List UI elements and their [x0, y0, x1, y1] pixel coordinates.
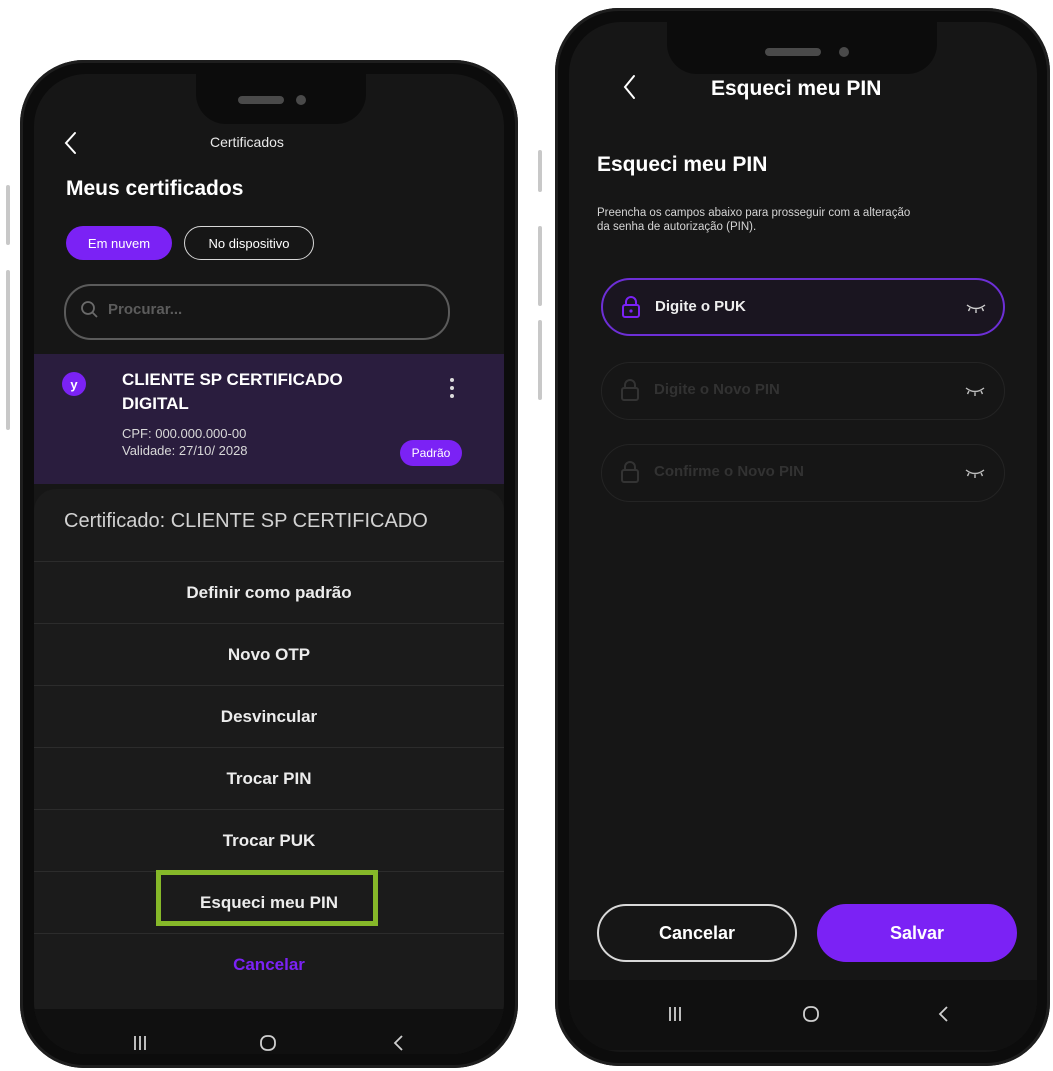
more-icon[interactable]: [448, 376, 456, 400]
sheet-title: Certificado: CLIENTE SP CERTIFICADO: [64, 510, 428, 532]
back-icon[interactable]: [621, 73, 639, 101]
left-phone: Certificados Meus certificados Em nuvem …: [20, 60, 518, 1068]
eye-closed-icon[interactable]: [964, 467, 986, 479]
save-label: Salvar: [889, 922, 945, 943]
notch: [667, 22, 937, 74]
menu-item-desvincular[interactable]: Desvincular: [34, 685, 504, 748]
eye-closed-icon[interactable]: [965, 302, 987, 314]
eye-closed-icon[interactable]: [964, 385, 986, 397]
lock-icon: [621, 461, 639, 483]
right-side-button: [538, 320, 542, 400]
menu-item-trocar-pin[interactable]: Trocar PIN: [34, 747, 504, 810]
chip-em-nuvem[interactable]: Em nuvem: [66, 226, 172, 260]
field-label: Digite o PUK: [655, 298, 746, 315]
menu-item-cancelar[interactable]: Cancelar: [34, 933, 504, 996]
speaker: [238, 96, 284, 104]
description-line2: da senha de autorização (PIN).: [597, 221, 757, 233]
page-title: Esqueci meu PIN: [597, 153, 768, 176]
chip-label: Em nuvem: [87, 235, 151, 251]
android-nav-bar: [34, 1009, 504, 1054]
confirm-pin-input[interactable]: Confirme o Novo PIN: [601, 444, 1005, 502]
save-button[interactable]: Salvar: [817, 904, 1017, 962]
home-icon[interactable]: [801, 1005, 821, 1023]
certificate-validity: Validade: 27/10/ 2028: [122, 443, 248, 458]
nav-back-icon[interactable]: [392, 1034, 406, 1052]
notch: [196, 74, 366, 124]
chip-no-dispositivo[interactable]: No dispositivo: [184, 226, 314, 260]
android-nav-bar: [569, 980, 1037, 1050]
lock-icon: [621, 379, 639, 401]
right-phone: Esqueci meu PIN Esqueci meu PIN Preencha…: [555, 8, 1050, 1066]
header-title: Esqueci meu PIN: [711, 77, 882, 100]
search-placeholder: Procurar...: [108, 301, 183, 318]
badge-label: Padrão: [411, 446, 451, 460]
lock-icon: [622, 296, 640, 318]
actions-sheet: Certificado: CLIENTE SP CERTIFICADO Defi…: [34, 489, 504, 1054]
home-icon[interactable]: [258, 1034, 278, 1052]
description-line1: Preencha os campos abaixo para prossegui…: [597, 207, 911, 219]
new-pin-input[interactable]: Digite o Novo PIN: [601, 362, 1005, 420]
certificate-name: CLIENTE SP CERTIFICADO: [122, 370, 343, 389]
right-phone-screen: Esqueci meu PIN Esqueci meu PIN Preencha…: [569, 22, 1037, 1052]
cancel-button[interactable]: Cancelar: [597, 904, 797, 962]
left-phone-screen: Certificados Meus certificados Em nuvem …: [34, 74, 504, 1054]
cancel-label: Cancelar: [658, 922, 736, 943]
right-side-button: [538, 226, 542, 306]
nav-back-icon[interactable]: [937, 1005, 951, 1023]
back-icon[interactable]: [62, 130, 80, 156]
certificate-cpf: CPF: 000.000.000-00: [122, 426, 247, 441]
menu-item-trocar-puk[interactable]: Trocar PUK: [34, 809, 504, 872]
left-side-button: [6, 185, 10, 245]
menu-item-novo-otp[interactable]: Novo OTP: [34, 623, 504, 686]
left-side-button: [6, 270, 10, 430]
certificate-avatar: y: [62, 372, 86, 396]
avatar-text: y: [70, 376, 78, 392]
camera: [839, 47, 849, 57]
highlight-box: [156, 870, 378, 926]
recent-apps-icon[interactable]: [667, 1005, 683, 1023]
page-title: Meus certificados: [66, 177, 244, 200]
field-label: Digite o Novo PIN: [654, 381, 780, 398]
speaker: [765, 48, 821, 56]
search-input[interactable]: Procurar...: [64, 284, 450, 340]
right-side-button: [538, 150, 542, 192]
header-title: Certificados: [210, 134, 284, 150]
default-badge: Padrão: [400, 440, 462, 466]
camera: [296, 95, 306, 105]
menu-item-definir-padrao[interactable]: Definir como padrão: [34, 561, 504, 624]
certificate-card[interactable]: y CLIENTE SP CERTIFICADO DIGITAL CPF: 00…: [34, 354, 504, 484]
field-label: Confirme o Novo PIN: [654, 463, 805, 480]
recent-apps-icon[interactable]: [132, 1034, 148, 1052]
search-icon: [81, 301, 98, 318]
puk-input[interactable]: Digite o PUK: [601, 278, 1005, 336]
chip-label: No dispositivo: [208, 235, 290, 251]
certificate-name-line2: DIGITAL: [122, 394, 189, 413]
